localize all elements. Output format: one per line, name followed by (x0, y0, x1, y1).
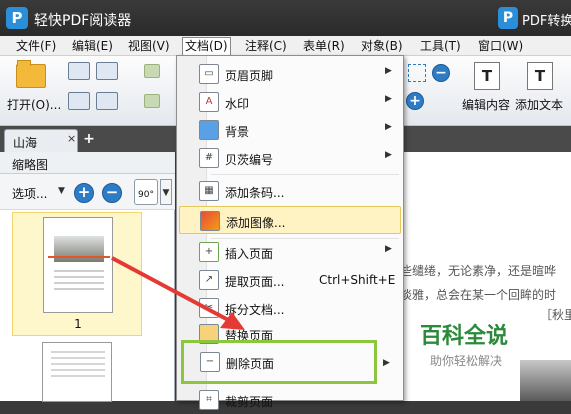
menu-window[interactable]: 窗口(W) (476, 38, 525, 55)
menu-bar: 文件(F) 编辑(E) 视图(V) 文档(D) 注释(C) 表单(R) 对象(B… (0, 36, 571, 56)
page-preview (43, 217, 113, 313)
watermark-title: 百科全说 (420, 324, 509, 349)
document-text-line: 淡雅，总会在某一个回眸的时 (400, 288, 557, 302)
watermark-icon: A (199, 92, 219, 112)
menu-item-add-barcode[interactable]: ▦ 添加条码... (179, 177, 401, 205)
menu-object[interactable]: 对象(B) (359, 38, 405, 55)
menu-tools[interactable]: 工具(T) (418, 38, 463, 55)
barcode-icon: ▦ (199, 181, 219, 201)
thumbnail-panel: 缩略图 选项... ▼ + − 90° ▼ 1 (0, 152, 175, 402)
menu-form[interactable]: 表单(R) (301, 38, 347, 55)
email-icon[interactable] (96, 92, 118, 110)
menu-item-add-image[interactable]: 添加图像... (179, 206, 401, 234)
page-image-preview (54, 236, 104, 262)
menu-item-label: 裁剪页面 (225, 395, 274, 409)
menu-file[interactable]: 文件(F) (14, 38, 58, 55)
save-icon[interactable] (68, 62, 90, 80)
menu-item-label: 提取页面... (225, 275, 285, 289)
menu-item-label: 水印 (225, 97, 250, 111)
delete-page-icon: − (200, 352, 220, 372)
menu-separator (211, 174, 399, 175)
menu-item-label: 删除页面 (226, 357, 275, 371)
thumbnail-header: 缩略图 (0, 152, 175, 174)
crop-page-icon: ⌗ (199, 390, 219, 410)
add-image-icon (200, 211, 220, 231)
forward-arrow-icon[interactable] (144, 94, 160, 108)
add-text-button[interactable]: 添加文本 (515, 96, 563, 113)
menu-item-delete-page[interactable]: − 删除页面 (181, 340, 377, 384)
page-number: 1 (74, 317, 82, 331)
menu-document[interactable]: 文档(D) (182, 37, 231, 56)
add-text-icon[interactable]: T (527, 62, 553, 90)
zoom-in-icon[interactable]: + (406, 92, 424, 110)
document-menu-dropdown: ▭ 页眉页脚 ▶ A 水印 ▶ 背景 ▶ # 贝茨编号 ▶ ▦ 添加条码... … (176, 55, 404, 410)
document-text-line: ［秋里 (540, 308, 571, 322)
menu-item-extract-page[interactable]: ↗ 提取页面... Ctrl+Shift+E (179, 266, 401, 294)
edit-content-icon[interactable]: T (474, 62, 500, 90)
thumb-zoom-out-icon[interactable]: − (102, 183, 122, 203)
menu-item-label: 插入页面 (225, 247, 274, 261)
menu-item-shortcut: Ctrl+Shift+E (319, 273, 396, 287)
open-button[interactable]: 打开(O)... (7, 96, 61, 113)
zoom-out-icon[interactable]: − (432, 64, 450, 82)
submenu-arrow-icon: ▶ (385, 122, 392, 132)
close-icon[interactable]: × (67, 132, 76, 145)
menu-item-label: 页眉页脚 (225, 69, 274, 83)
watermark-subtitle: 助你轻松解决 (430, 354, 503, 368)
tab-document[interactable]: 山海 × (4, 129, 78, 152)
marquee-zoom-icon[interactable] (408, 64, 426, 82)
submenu-arrow-icon: ▶ (385, 66, 392, 76)
menu-item-label: 拆分文档... (225, 303, 285, 317)
promo-link[interactable]: PDF转换 (522, 10, 571, 29)
menu-item-label: 添加条码... (225, 186, 285, 200)
chevron-down-icon[interactable]: ▼ (58, 186, 65, 196)
menu-item-label: 背景 (225, 125, 250, 139)
menu-item-bates-number[interactable]: # 贝茨编号 ▶ (179, 144, 401, 172)
header-footer-icon: ▭ (199, 64, 219, 84)
thumbnail-title: 缩略图 (12, 158, 49, 172)
open-folder-icon[interactable] (16, 60, 46, 88)
page-thumbnail[interactable]: 1 (12, 212, 142, 336)
menu-item-background[interactable]: 背景 ▶ (179, 116, 401, 144)
menu-item-split-document[interactable]: ✂ 拆分文档... (179, 294, 401, 322)
submenu-arrow-icon: ▶ (383, 358, 390, 368)
menu-item-crop-page[interactable]: ⌗ 裁剪页面 (179, 386, 401, 414)
menu-item-watermark[interactable]: A 水印 ▶ (179, 88, 401, 116)
rotate-button[interactable]: 90° (134, 179, 158, 205)
highlight-line (48, 256, 110, 258)
back-arrow-icon[interactable] (144, 64, 160, 78)
more-chevron-icon[interactable]: ▼ (160, 179, 172, 205)
menu-comment[interactable]: 注释(C) (243, 38, 289, 55)
menu-view[interactable]: 视图(V) (126, 38, 172, 55)
menu-item-label: 添加图像... (226, 216, 286, 230)
submenu-arrow-icon: ▶ (385, 150, 392, 160)
extract-page-icon: ↗ (199, 270, 219, 290)
split-document-icon: ✂ (199, 298, 219, 318)
document-text-line: 些缱绻，无论素净，还是暄哗 (400, 264, 557, 278)
thumb-zoom-in-icon[interactable]: + (74, 183, 94, 203)
menu-item-insert-page[interactable]: + 插入页面 ▶ (179, 238, 401, 266)
new-tab-icon[interactable]: + (82, 132, 96, 146)
menu-item-label: 贝茨编号 (225, 153, 274, 167)
edit-content-button[interactable]: 编辑内容 (462, 96, 510, 113)
promo-logo-icon[interactable]: P (498, 7, 518, 29)
options-button[interactable]: 选项... (12, 185, 47, 202)
print-icon[interactable] (68, 92, 90, 110)
submenu-arrow-icon: ▶ (385, 94, 392, 104)
rotate-label: 90° (138, 190, 154, 200)
submenu-arrow-icon: ▶ (385, 244, 392, 254)
thumbnail-toolbar: 选项... ▼ + − 90° ▼ (0, 174, 175, 210)
title-bar: P 轻快PDF阅读器 P PDF转换 (0, 0, 571, 36)
background-icon (199, 120, 219, 140)
menu-item-header-footer[interactable]: ▭ 页眉页脚 ▶ (179, 60, 401, 88)
scanner-icon[interactable] (96, 62, 118, 80)
menu-edit[interactable]: 编辑(E) (70, 38, 115, 55)
insert-page-icon: + (199, 242, 219, 262)
bates-number-icon: # (199, 148, 219, 168)
page-thumbnail[interactable] (42, 342, 112, 402)
tab-label: 山海 (13, 136, 38, 150)
document-photo (520, 360, 571, 401)
app-logo-icon: P (6, 7, 28, 29)
app-title: 轻快PDF阅读器 (34, 13, 132, 29)
